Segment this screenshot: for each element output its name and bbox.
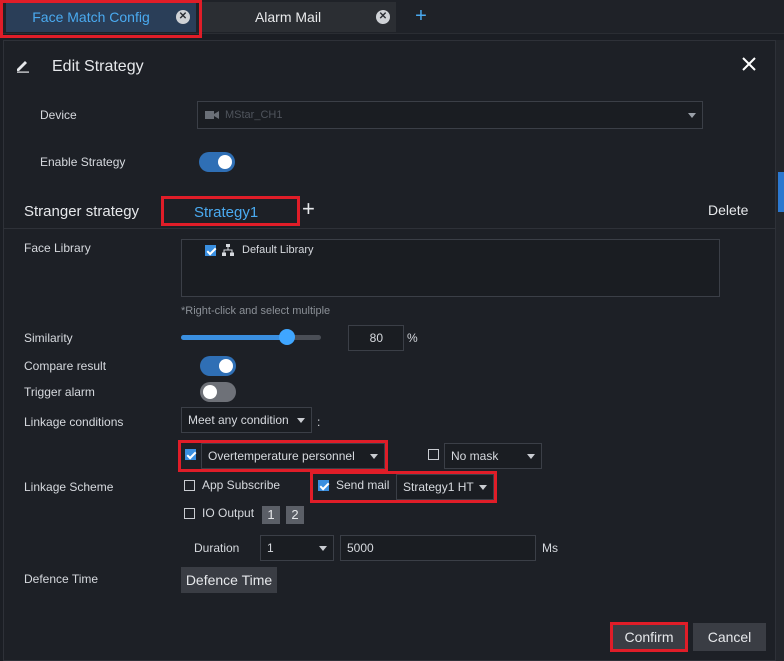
add-tab-icon[interactable]: + bbox=[410, 3, 432, 29]
strategy-bar: Stranger strategy Strategy1 + Delete bbox=[4, 193, 775, 229]
app-subscribe-option[interactable]: App Subscribe bbox=[184, 478, 280, 492]
pencil-icon bbox=[17, 61, 29, 73]
select-value: No mask bbox=[451, 449, 499, 463]
select-value: Overtemperature personnel bbox=[208, 449, 355, 463]
io-output-label: IO Output bbox=[202, 506, 255, 520]
highlight-box bbox=[0, 0, 202, 38]
linkage-conditions-select[interactable]: Meet any condition bbox=[181, 407, 312, 433]
duration-select[interactable]: 1 bbox=[260, 535, 334, 561]
tab-bar: Face Match Config ✕ Alarm Mail ✕ + bbox=[0, 0, 784, 38]
delete-button[interactable]: Delete bbox=[708, 202, 748, 218]
chevron-down-icon bbox=[688, 113, 696, 118]
condition-select[interactable]: Overtemperature personnel bbox=[201, 443, 385, 469]
cancel-button[interactable]: Cancel bbox=[693, 623, 766, 651]
overtemperature-checkbox[interactable] bbox=[185, 449, 196, 460]
camera-icon bbox=[205, 111, 219, 119]
confirm-button[interactable]: Confirm bbox=[610, 622, 688, 652]
similarity-label: Similarity bbox=[24, 331, 73, 345]
compare-result-label: Compare result bbox=[24, 359, 107, 373]
mail-strategy-select[interactable]: Strategy1 HT bbox=[396, 474, 494, 500]
tree-icon bbox=[222, 244, 234, 256]
default-library-checkbox[interactable] bbox=[205, 244, 216, 256]
no-mask-select[interactable]: No mask bbox=[444, 443, 542, 469]
edit-strategy-dialog: Edit Strategy Device MStar_CH1 Enable St… bbox=[3, 40, 776, 661]
enable-strategy-toggle[interactable] bbox=[199, 152, 235, 172]
io-output-option[interactable]: IO Output bbox=[184, 506, 254, 520]
send-mail-label: Send mail bbox=[336, 478, 390, 492]
tab-strategy1[interactable]: Strategy1 bbox=[161, 196, 300, 226]
face-library-label: Face Library bbox=[24, 241, 91, 255]
tab-alarm-mail[interactable]: Alarm Mail ✕ bbox=[200, 2, 396, 32]
select-value: Meet any condition bbox=[188, 413, 289, 427]
scroll-indicator bbox=[778, 172, 784, 212]
close-icon[interactable]: ✕ bbox=[376, 10, 390, 24]
no-mask-checkbox[interactable] bbox=[428, 449, 439, 460]
duration-label: Duration bbox=[194, 541, 240, 555]
close-icon[interactable] bbox=[740, 55, 758, 73]
io-port-1-button[interactable]: 1 bbox=[262, 506, 280, 524]
defence-time-label: Defence Time bbox=[24, 572, 99, 586]
trigger-alarm-label: Trigger alarm bbox=[24, 385, 95, 399]
app-subscribe-label: App Subscribe bbox=[202, 478, 281, 492]
chevron-down-icon bbox=[297, 418, 305, 423]
similarity-input[interactable]: 80 bbox=[348, 325, 404, 351]
conditions-separator: : bbox=[317, 415, 321, 429]
send-mail-checkbox[interactable] bbox=[318, 479, 329, 491]
send-mail-option[interactable]: Send mail bbox=[318, 478, 389, 492]
defence-time-button[interactable]: Defence Time bbox=[181, 567, 277, 593]
device-label: Device bbox=[40, 108, 77, 122]
linkage-scheme-label: Linkage Scheme bbox=[24, 480, 114, 494]
slider-handle[interactable] bbox=[279, 329, 295, 345]
list-item[interactable]: Default Library bbox=[205, 244, 314, 256]
background-panel bbox=[776, 40, 784, 661]
dialog-header: Edit Strategy bbox=[4, 41, 775, 93]
chevron-down-icon bbox=[527, 454, 535, 459]
trigger-alarm-toggle[interactable] bbox=[200, 382, 236, 402]
add-strategy-icon[interactable]: + bbox=[302, 196, 315, 222]
strategy-tab-label: Strategy1 bbox=[194, 204, 259, 221]
duration-unit: Ms bbox=[542, 541, 558, 555]
chevron-down-icon bbox=[370, 454, 378, 459]
duration-input[interactable]: 5000 bbox=[340, 535, 536, 561]
default-library-label: Default Library bbox=[242, 244, 314, 256]
device-select[interactable]: MStar_CH1 bbox=[197, 101, 703, 129]
similarity-unit: % bbox=[407, 331, 418, 345]
slider-fill bbox=[181, 335, 287, 340]
face-library-hint: *Right-click and select multiple bbox=[181, 305, 331, 317]
io-output-checkbox[interactable] bbox=[184, 507, 195, 519]
strategy-section-title: Stranger strategy bbox=[24, 203, 140, 220]
chevron-down-icon bbox=[319, 546, 327, 551]
similarity-slider[interactable] bbox=[181, 329, 321, 345]
select-value: 1 bbox=[267, 541, 274, 555]
tab-label: Alarm Mail bbox=[254, 9, 322, 25]
app-subscribe-checkbox[interactable] bbox=[184, 479, 195, 491]
dialog-title: Edit Strategy bbox=[52, 58, 144, 75]
chevron-down-icon bbox=[479, 485, 487, 490]
linkage-conditions-label: Linkage conditions bbox=[24, 415, 124, 429]
face-library-list[interactable]: Default Library bbox=[181, 239, 720, 297]
compare-result-toggle[interactable] bbox=[200, 356, 236, 376]
enable-strategy-label: Enable Strategy bbox=[40, 155, 126, 169]
io-port-2-button[interactable]: 2 bbox=[286, 506, 304, 524]
select-value: Strategy1 HT bbox=[403, 480, 474, 494]
device-value: MStar_CH1 bbox=[225, 109, 283, 121]
